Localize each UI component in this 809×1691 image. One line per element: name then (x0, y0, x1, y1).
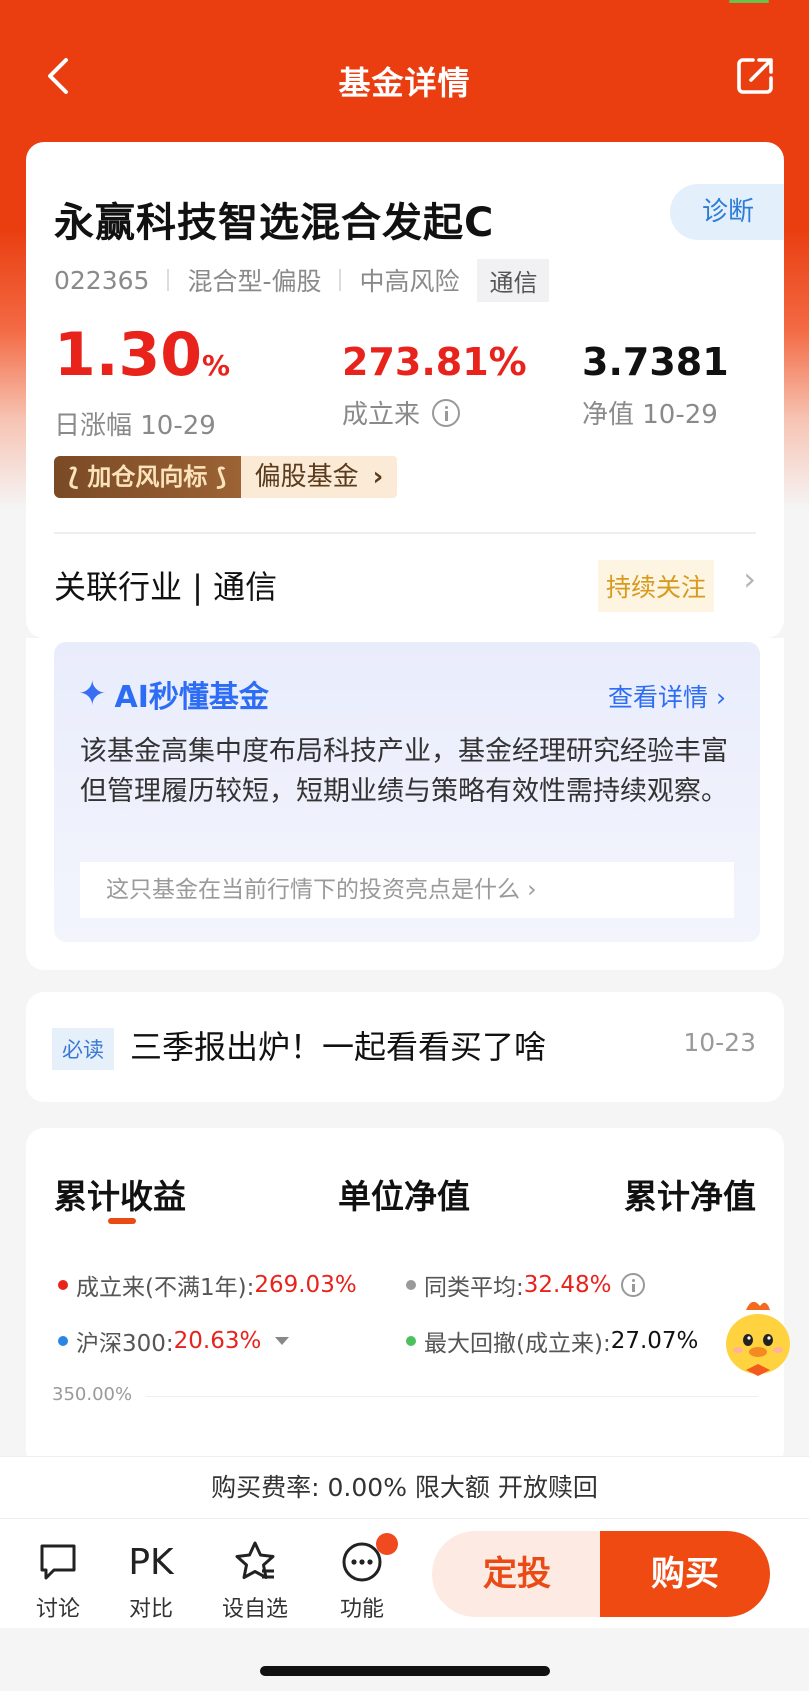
badge-link[interactable]: ⟅ 加仓风向标 ⟆ 偏股基金 › (54, 456, 398, 498)
fund-risk: 中高风险 (359, 267, 460, 296)
pk-icon: PK (128, 1541, 174, 1583)
compare-button[interactable]: PK 对比 (111, 1537, 191, 1623)
news-date: 10-23 (683, 1028, 756, 1057)
section-divider (54, 532, 756, 534)
fee-info-bar: 购买费率: 0.00% 限大额 开放赎回 (0, 1456, 809, 1518)
tab-cumulative-nav[interactable]: 累计净值 (624, 1170, 756, 1218)
fund-code: 022365 (54, 265, 150, 295)
active-tab-indicator (108, 1218, 136, 1224)
caret-down-icon[interactable] (275, 1337, 290, 1345)
fund-name: 永赢科技智选混合发起C (54, 200, 495, 246)
sparkle-icon: ✦ (78, 674, 107, 714)
performance-card: 累计收益 单位净值 累计净值 成立来(不满1年): 269.03% 同类平均: … (26, 1128, 784, 1468)
home-area (0, 1628, 809, 1691)
home-indicator[interactable] (260, 1666, 550, 1676)
status-indicator (729, 0, 769, 3)
news-title[interactable]: 三季报出炉！一起看看买了啥 (130, 1022, 546, 1068)
ai-summary-box: ✦ AI秒懂基金 查看详情 › 该基金高集中度布局科技产业，基金经理研究经验丰富… (54, 642, 760, 942)
fund-meta: 022365 混合型-偏股 中高风险 通信 (54, 258, 550, 302)
divider (339, 269, 342, 291)
buy-button[interactable]: 购买 (600, 1531, 770, 1617)
legend-max-drawdown: 最大回撤(成立来): 27.07% (406, 1324, 698, 1358)
sip-button[interactable]: 定投 (432, 1531, 602, 1617)
legend-dot (406, 1280, 416, 1290)
daily-change-stat: 1.30% 日涨幅 10-29 (54, 320, 230, 442)
info-icon[interactable] (621, 1273, 646, 1297)
chat-bubble-icon (18, 1537, 98, 1587)
legend-dot (58, 1280, 68, 1290)
ai-summary-text: 该基金高集中度布局科技产业，基金经理研究经验丰富但管理履历较短，短期业绩与策略有… (80, 736, 728, 807)
follow-button[interactable]: 持续关注 (597, 560, 714, 612)
legend-hs300[interactable]: 沪深300: 20.63% (58, 1324, 290, 1358)
page-title: 基金详情 (338, 64, 471, 102)
y-axis-tick: 350.00% (52, 1384, 133, 1405)
share-button[interactable] (731, 52, 779, 100)
tab-unit-nav[interactable]: 单位净值 (338, 1170, 470, 1218)
navbar: 基金详情 (0, 44, 809, 108)
add-watchlist-button[interactable]: 设自选 (215, 1537, 295, 1623)
discuss-button[interactable]: 讨论 (18, 1537, 98, 1623)
nav-stat: 3.7381 净值 10-29 (582, 334, 729, 431)
chevron-right-icon[interactable]: › (743, 560, 756, 598)
ai-card: ✦ AI秒懂基金 查看详情 › 该基金高集中度布局科技产业，基金经理研究经验丰富… (26, 638, 784, 970)
view-details-link[interactable]: 查看详情 › (608, 678, 726, 714)
mascot-chick-icon[interactable] (716, 1296, 800, 1382)
must-read-badge: 必读 (52, 1028, 114, 1070)
tab-cumulative-return[interactable]: 累计收益 (54, 1170, 186, 1218)
related-industry[interactable]: 关联行业 | 通信 (54, 562, 277, 608)
daily-change-value: 1.30% (54, 320, 231, 390)
legend-dot (406, 1336, 416, 1346)
sector-tag[interactable]: 通信 (477, 258, 550, 302)
fund-summary-card: 永赢科技智选混合发起C 诊断 022365 混合型-偏股 中高风险 通信 1.3… (26, 142, 784, 638)
news-card[interactable]: 必读 三季报出炉！一起看看买了啥 10-23 (26, 992, 784, 1102)
info-icon[interactable] (432, 398, 461, 427)
since-inception-value: 273.81% (342, 340, 527, 384)
grid-line (146, 1396, 758, 1397)
functions-button[interactable]: 功能 (322, 1533, 402, 1623)
diagnose-button[interactable]: 诊断 (670, 184, 784, 240)
ai-title: ✦ AI秒懂基金 (78, 674, 269, 715)
laurel-badge: ⟅ 加仓风向标 ⟆ (54, 456, 241, 498)
nav-label: 净值 10-29 (582, 400, 718, 430)
legend-dot (58, 1336, 68, 1346)
fund-type: 混合型-偏股 (187, 267, 322, 296)
legend-peer-average: 同类平均: 32.48% (406, 1268, 646, 1302)
badge-category: 偏股基金 › (240, 456, 398, 498)
daily-change-label: 日涨幅 10-29 (54, 411, 216, 441)
nav-value: 3.7381 (582, 340, 729, 384)
legend-since-inception: 成立来(不满1年): 269.03% (58, 1268, 357, 1302)
more-dots-icon (322, 1533, 402, 1587)
since-inception-stat: 273.81% 成立来 (342, 334, 527, 431)
ai-question-prompt[interactable]: 这只基金在当前行情下的投资亮点是什么 › (80, 862, 734, 918)
notification-dot (376, 1533, 398, 1555)
star-icon (215, 1537, 295, 1587)
share-icon (737, 58, 773, 94)
bottom-action-bar: 讨论 PK 对比 设自选 功能 定投 购买 (0, 1518, 809, 1628)
since-inception-label: 成立来 (342, 394, 527, 431)
chevron-right-icon: › (372, 462, 384, 492)
divider (167, 269, 170, 291)
